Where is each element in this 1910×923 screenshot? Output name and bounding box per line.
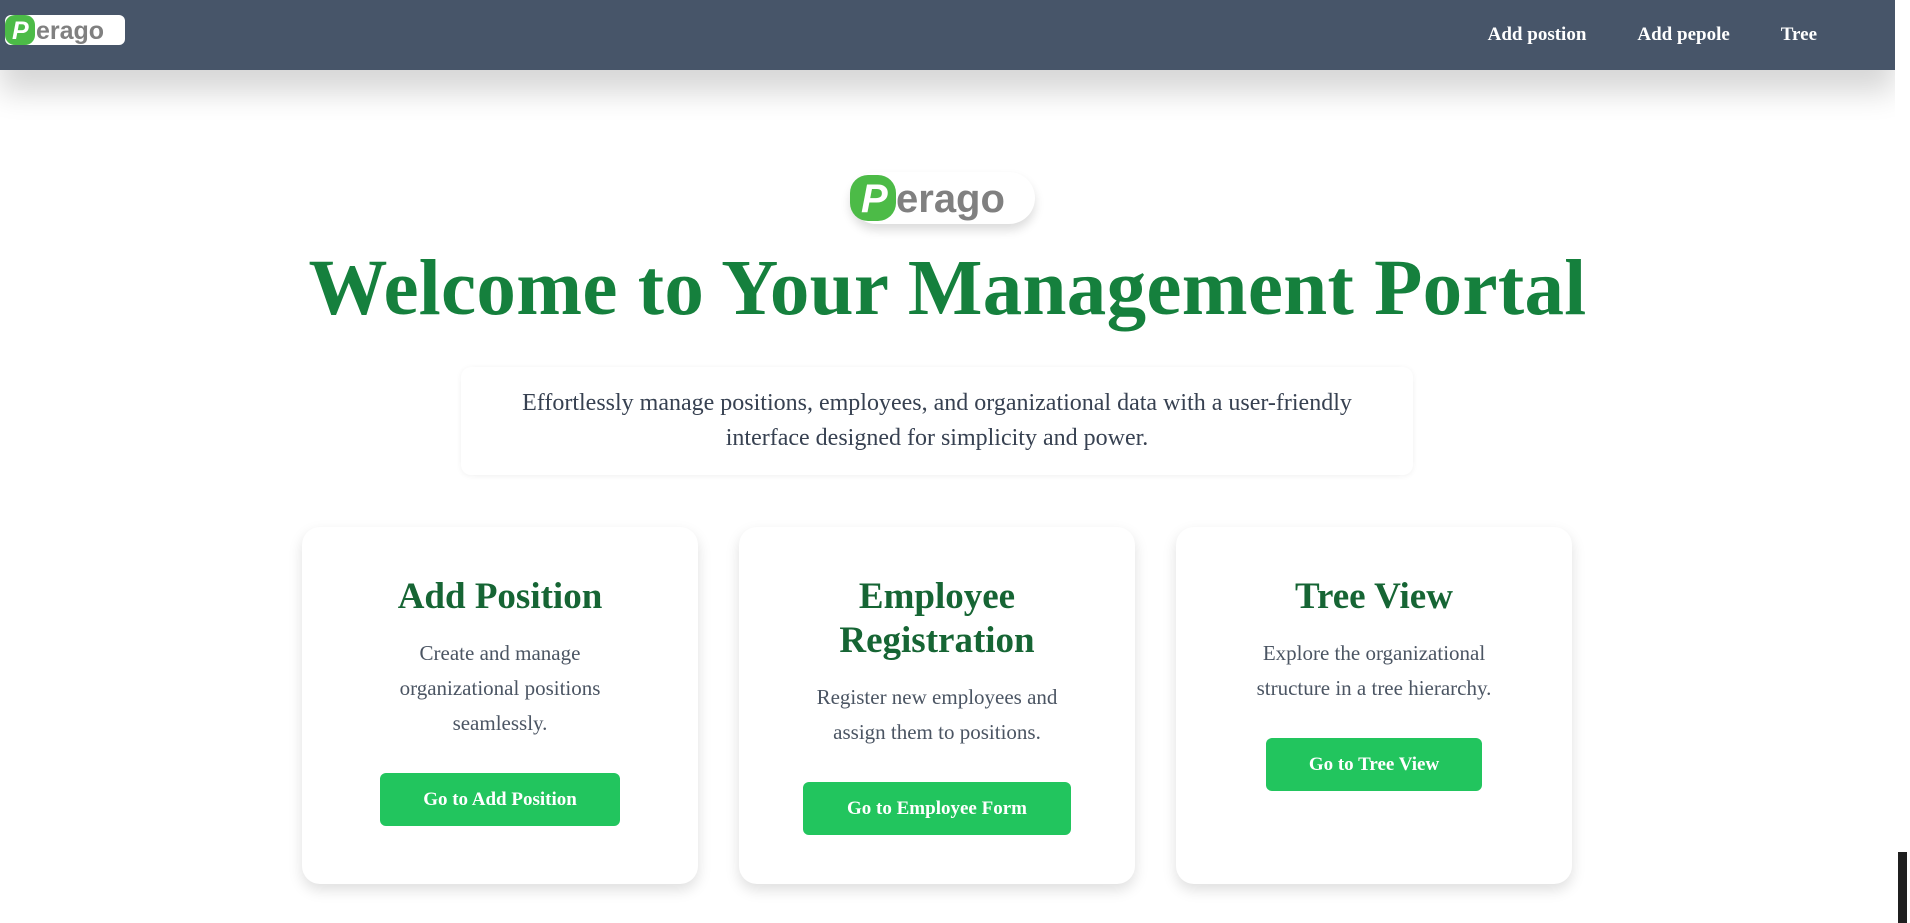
svg-text:P: P — [12, 17, 29, 45]
card-title: Tree View — [1295, 576, 1453, 617]
nav-link-add-people[interactable]: Add pepole — [1637, 24, 1729, 46]
card-description: Explore the organizational structure in … — [1256, 641, 1492, 700]
card-title: Add Position — [397, 576, 603, 617]
svg-text:erago: erago — [36, 17, 104, 45]
nav-link-tree[interactable]: Tree — [1781, 24, 1817, 46]
svg-text:erago: erago — [896, 177, 1005, 221]
navbar: P erago Add postion Add pepole Tree — [0, 0, 1895, 70]
page-title: Welcome to Your Management Portal — [308, 245, 1587, 332]
card-title: Employee Registration — [839, 576, 1035, 661]
card-add-position: Add Position Create and manage organizat… — [302, 527, 698, 884]
card-description: Create and manage organizational positio… — [399, 641, 601, 735]
card-tree-view: Tree View Explore the organizational str… — [1176, 527, 1572, 884]
go-to-add-position-button[interactable]: Go to Add Position — [380, 773, 620, 826]
subtitle-text: Effortlessly manage positions, employees… — [522, 390, 1352, 451]
card-employee-registration: Employee Registration Register new emplo… — [739, 527, 1135, 884]
page: P erago Add postion Add pepole Tree P er… — [0, 0, 1895, 923]
scrollbar-thumb[interactable] — [1898, 852, 1907, 923]
subtitle-box: Effortlessly manage positions, employees… — [461, 367, 1413, 475]
nav-link-add-position[interactable]: Add postion — [1488, 24, 1587, 46]
svg-text:P: P — [861, 177, 888, 221]
card-description: Register new employees and assign them t… — [816, 685, 1058, 744]
perago-logo-icon: P erago — [5, 15, 104, 45]
hero-logo: P erago — [850, 172, 1035, 224]
go-to-tree-view-button[interactable]: Go to Tree View — [1266, 738, 1482, 791]
perago-hero-logo-icon: P erago — [850, 175, 1005, 221]
nav-logo[interactable]: P erago — [5, 15, 125, 45]
go-to-employee-form-button[interactable]: Go to Employee Form — [803, 782, 1071, 835]
scrollbar-track[interactable] — [1895, 0, 1910, 923]
nav-links: Add postion Add pepole Tree — [1488, 0, 1817, 70]
